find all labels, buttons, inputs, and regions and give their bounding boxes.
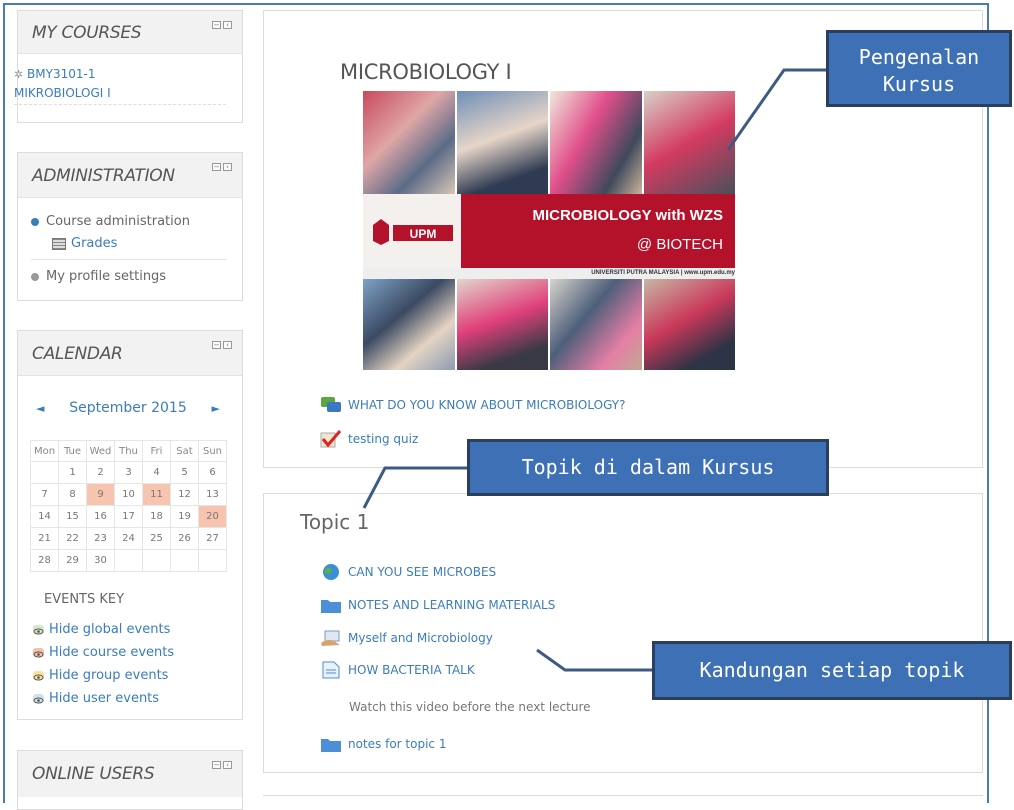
- callout-line: Kursus: [882, 72, 956, 96]
- callout-line: Pengenalan: [858, 45, 980, 69]
- callout-topic-content: Kandungan setiap topik: [652, 641, 1012, 700]
- callout-topics: Topik di dalam Kursus: [467, 439, 829, 496]
- callout-course-intro: Pengenalan Kursus: [826, 30, 1012, 107]
